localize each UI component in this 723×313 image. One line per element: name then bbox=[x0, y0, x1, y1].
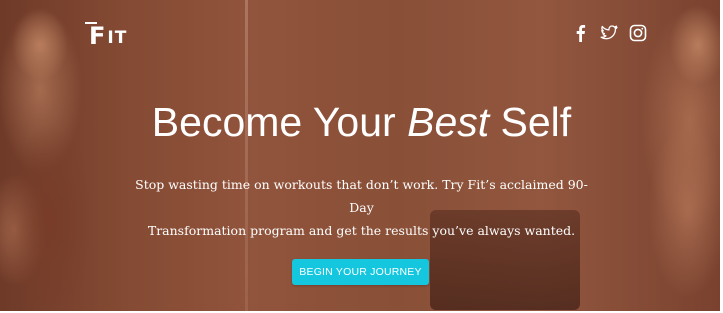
begin-journey-button[interactable]: BEGIN YOUR JOURNEY bbox=[292, 259, 429, 285]
logo-letters-rest: IT bbox=[107, 28, 128, 48]
subtext-line-1: Stop wasting time on workouts that don’t… bbox=[135, 177, 588, 215]
hero-headline: Become Your Best Self bbox=[0, 97, 723, 147]
headline-start: Become Your bbox=[151, 99, 408, 145]
subtext-line-2: Transformation program and get the resul… bbox=[147, 223, 576, 238]
logo[interactable]: F IT bbox=[84, 22, 128, 50]
hero-content: F IT Become Your Best Self Stop wasting … bbox=[0, 0, 723, 313]
headline-end: Self bbox=[489, 99, 572, 145]
facebook-icon[interactable] bbox=[571, 24, 589, 42]
hero-subtext: Stop wasting time on workouts that don’t… bbox=[130, 173, 593, 242]
hero-section: F IT Become Your Best Self Stop wasting … bbox=[0, 0, 723, 313]
twitter-icon[interactable] bbox=[600, 24, 618, 42]
instagram-icon[interactable] bbox=[629, 24, 647, 42]
logo-letter-f: F bbox=[84, 22, 107, 50]
social-links bbox=[571, 24, 647, 42]
headline-emphasis: Best bbox=[407, 99, 490, 145]
